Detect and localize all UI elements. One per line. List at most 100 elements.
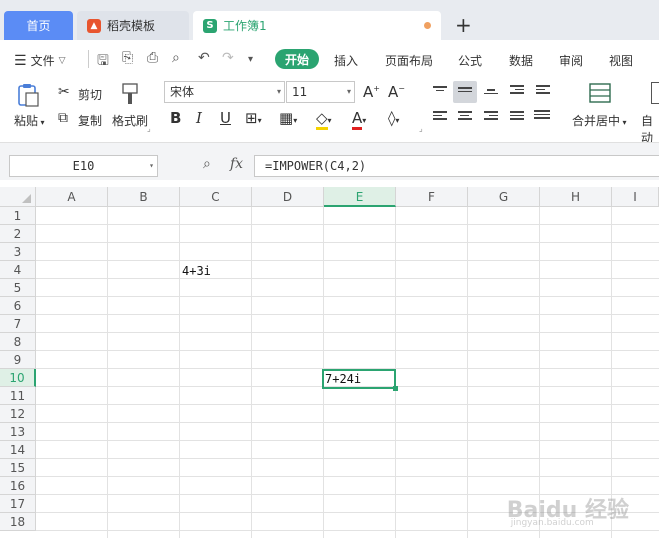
- column-header-c[interactable]: C: [180, 187, 252, 207]
- print-preview-icon[interactable]: ⌕: [172, 50, 180, 66]
- fill-handle[interactable]: [393, 386, 398, 391]
- decrease-font-size-icon[interactable]: A−: [388, 83, 405, 101]
- wrap-text-icon[interactable]: [651, 82, 659, 104]
- redo-icon[interactable]: ↷: [222, 50, 234, 66]
- menu-formulas[interactable]: 公式: [458, 52, 482, 69]
- fill-color-icon[interactable]: ◇▾: [316, 109, 332, 130]
- menu-data[interactable]: 数据: [509, 52, 533, 69]
- row-header-12[interactable]: 12: [0, 405, 36, 423]
- font-size-select[interactable]: 11 ▾: [286, 81, 355, 103]
- row-header-1[interactable]: 1: [0, 207, 36, 225]
- format-painter-button[interactable]: 格式刷: [112, 112, 148, 129]
- chevron-down-icon: ▾: [149, 161, 154, 170]
- decrease-indent-icon[interactable]: [510, 85, 524, 97]
- bold-button[interactable]: B: [170, 109, 181, 127]
- column-header-g[interactable]: G: [468, 187, 540, 207]
- increase-indent-icon[interactable]: [536, 85, 550, 97]
- copy-icon: ⧉: [58, 110, 68, 126]
- font-color-icon[interactable]: A▾: [352, 109, 366, 130]
- zoom-icon[interactable]: ⌕: [203, 156, 211, 172]
- format-painter-icon[interactable]: [120, 82, 140, 106]
- title-tab-bar: 首页 ▲ 稻壳模板 S 工作簿1 +: [0, 0, 659, 40]
- clear-format-icon[interactable]: ◊▾: [388, 109, 399, 127]
- tab-home-label: 首页: [26, 19, 51, 33]
- chevron-down-icon: ▾: [276, 87, 281, 96]
- row-header-10[interactable]: 10: [0, 369, 36, 387]
- align-left-icon[interactable]: [433, 111, 447, 123]
- align-top-icon[interactable]: [433, 86, 447, 98]
- row-header-9[interactable]: 9: [0, 351, 36, 369]
- baidu-watermark: Baidu 经验 jingyan.baidu.com: [507, 492, 629, 528]
- row-header-7[interactable]: 7: [0, 315, 36, 333]
- insert-function-icon[interactable]: fx: [230, 156, 243, 172]
- menu-start[interactable]: 开始: [275, 49, 319, 69]
- row-header-16[interactable]: 16: [0, 477, 36, 495]
- row-header-18[interactable]: 18: [0, 513, 36, 531]
- column-header-e[interactable]: E: [324, 187, 396, 207]
- cell-e10[interactable]: 7+24i: [325, 371, 361, 388]
- tab-workbook[interactable]: S 工作簿1: [193, 11, 441, 40]
- undo-icon[interactable]: ↶: [198, 50, 210, 66]
- row-header-17[interactable]: 17: [0, 495, 36, 513]
- paste-icon[interactable]: [16, 82, 40, 108]
- cell-c4[interactable]: 4+3i: [182, 263, 211, 280]
- column-header-a[interactable]: A: [36, 187, 108, 207]
- merge-center-button[interactable]: 合并居中 ▾: [572, 112, 627, 129]
- column-header-b[interactable]: B: [108, 187, 180, 207]
- copy-button[interactable]: 复制: [78, 112, 102, 129]
- menu-view[interactable]: 视图: [609, 52, 633, 69]
- tab-home[interactable]: 首页: [4, 11, 73, 40]
- quick-access-more-icon[interactable]: ▾: [248, 54, 253, 65]
- cut-button[interactable]: 剪切: [78, 86, 102, 103]
- underline-button[interactable]: U: [220, 109, 231, 127]
- column-header-d[interactable]: D: [252, 187, 324, 207]
- export-icon[interactable]: ⎘: [122, 50, 133, 66]
- print-icon[interactable]: ⎙: [147, 50, 158, 66]
- menu-review[interactable]: 审阅: [559, 52, 583, 69]
- select-all-button[interactable]: [0, 187, 36, 207]
- spreadsheet-logo-icon: S: [203, 18, 217, 33]
- file-menu-label: 文件: [30, 54, 55, 68]
- cell-area[interactable]: 4+3i 7+24i: [36, 207, 659, 538]
- row-header-5[interactable]: 5: [0, 279, 36, 297]
- new-tab-button[interactable]: +: [455, 13, 472, 37]
- distributed-align-icon[interactable]: [534, 110, 550, 122]
- fill-pattern-icon[interactable]: ▦▾: [279, 109, 297, 127]
- font-name-select[interactable]: 宋体 ▾: [164, 81, 285, 103]
- align-center-icon[interactable]: [458, 111, 472, 123]
- watermark-url: jingyan.baidu.com: [510, 518, 594, 528]
- menu-insert[interactable]: 插入: [334, 52, 358, 69]
- align-bottom-icon[interactable]: [484, 89, 498, 101]
- row-header-8[interactable]: 8: [0, 333, 36, 351]
- row-header-3[interactable]: 3: [0, 243, 36, 261]
- save-icon[interactable]: 🖫: [97, 50, 109, 74]
- wrap-text-button[interactable]: 自动: [641, 112, 659, 146]
- row-header-14[interactable]: 14: [0, 441, 36, 459]
- merge-center-label: 合并居中: [572, 114, 621, 128]
- name-box[interactable]: E10 ▾: [9, 155, 158, 177]
- row-header-6[interactable]: 6: [0, 297, 36, 315]
- file-menu[interactable]: ☰ 文件 ▽: [14, 52, 66, 69]
- align-middle-icon[interactable]: [458, 87, 472, 99]
- clipboard-launcher-icon[interactable]: ⌟: [147, 124, 151, 133]
- menu-page-layout[interactable]: 页面布局: [385, 52, 433, 69]
- italic-button[interactable]: I: [196, 109, 202, 127]
- column-header-f[interactable]: F: [396, 187, 468, 207]
- paste-button[interactable]: 粘贴 ▾: [14, 112, 45, 129]
- row-header-4[interactable]: 4: [0, 261, 36, 279]
- column-header-h[interactable]: H: [540, 187, 612, 207]
- column-header-i[interactable]: I: [612, 187, 659, 207]
- merge-center-icon[interactable]: [588, 82, 612, 104]
- row-header-2[interactable]: 2: [0, 225, 36, 243]
- docer-logo-icon: ▲: [87, 18, 101, 33]
- row-header-15[interactable]: 15: [0, 459, 36, 477]
- increase-font-size-icon[interactable]: A+: [363, 83, 380, 101]
- font-launcher-icon[interactable]: ⌟: [419, 124, 423, 133]
- row-header-11[interactable]: 11: [0, 387, 36, 405]
- row-header-13[interactable]: 13: [0, 423, 36, 441]
- borders-icon[interactable]: ⊞▾: [245, 109, 262, 127]
- tab-docer-templates[interactable]: ▲ 稻壳模板: [77, 11, 189, 40]
- formula-input[interactable]: =IMPOWER(C4,2): [254, 155, 659, 177]
- justify-icon[interactable]: [510, 111, 524, 123]
- align-right-icon[interactable]: [484, 111, 498, 123]
